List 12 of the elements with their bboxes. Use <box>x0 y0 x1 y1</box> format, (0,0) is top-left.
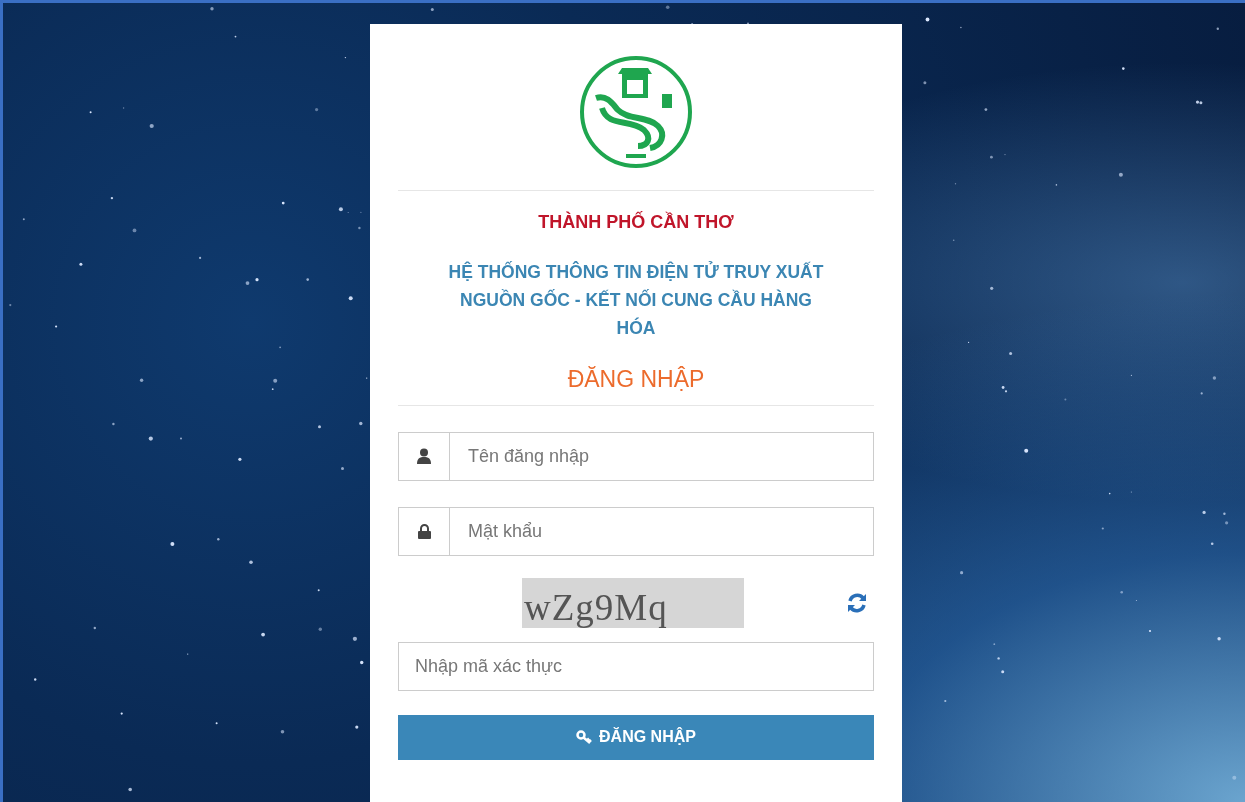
city-name: THÀNH PHỐ CẦN THƠ <box>537 210 735 234</box>
refresh-icon[interactable] <box>846 591 868 614</box>
password-field[interactable]: Mật khẩu <box>450 506 874 556</box>
user-icon <box>417 448 431 464</box>
captcha-input[interactable]: Nhập mã xác thực <box>398 641 874 691</box>
username-field[interactable]: Tên đăng nhập <box>450 431 874 481</box>
lock-icon <box>417 523 431 539</box>
system-title: HỆ THỐNG THÔNG TIN ĐIỆN TỬ TRUY XUẤT NGUỒN GỐC - KẾT NỐI CUNG CẦU HÀNG HÓA <box>447 260 825 340</box>
captcha-image: wZg9Mq <box>522 577 744 628</box>
login-heading: ĐĂNG NHẬP <box>566 365 706 394</box>
key-icon <box>576 730 594 744</box>
login-button[interactable]: ĐĂNG NHẬP <box>398 714 874 760</box>
